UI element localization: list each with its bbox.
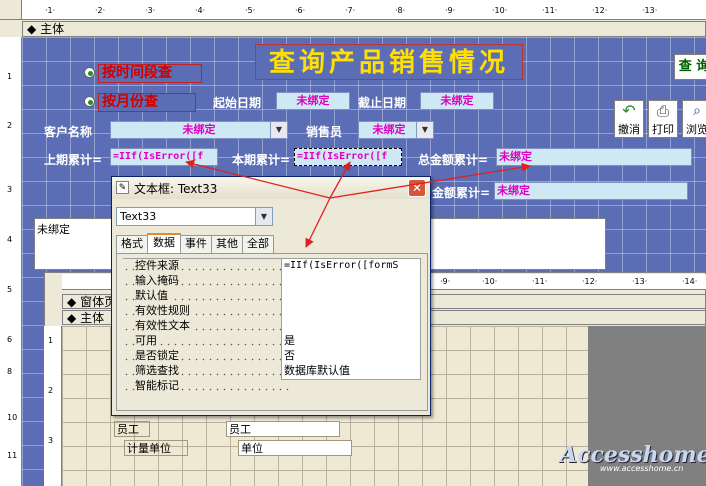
- annotation-arrows: [185, 159, 531, 248]
- arrow-line: [329, 162, 531, 199]
- arrow-line: [185, 159, 331, 199]
- arrow-line: [329, 161, 351, 199]
- arrow-line: [305, 197, 331, 248]
